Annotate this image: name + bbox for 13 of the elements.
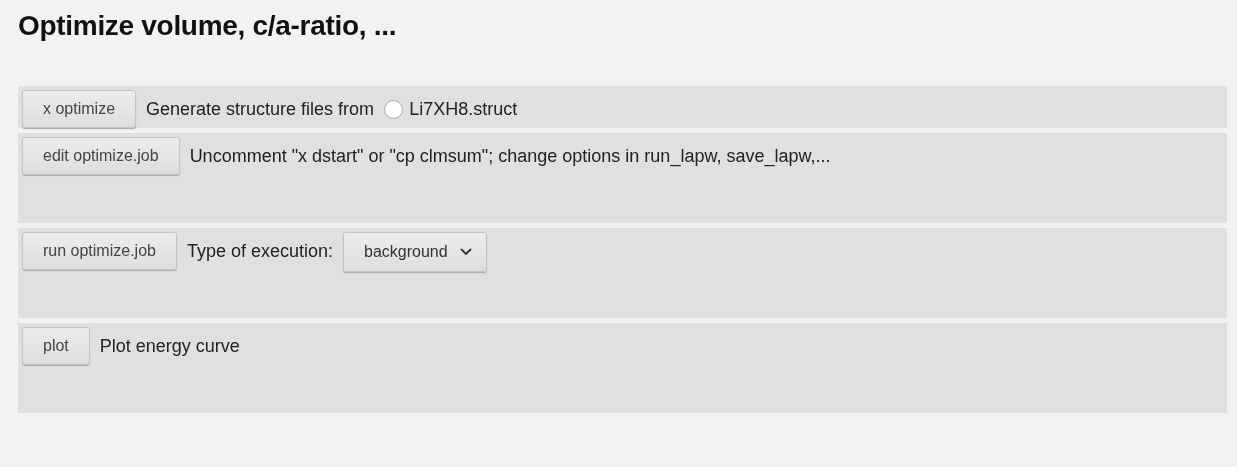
- step-description: Uncomment "x dstart" or "cp clmsum"; change options in run_lapw, save_lapw,...: [189, 145, 831, 169]
- radio-label[interactable]: Li7XH8.struct: [409, 90, 518, 128]
- page-title: Optimize volume, c/a-ratio, ...: [18, 10, 398, 42]
- action-button[interactable]: run optimize.job: [22, 232, 177, 270]
- chevron-down-icon: [459, 248, 472, 256]
- action-button[interactable]: edit optimize.job: [22, 137, 180, 175]
- step-description: Generate structure files from: [146, 98, 375, 121]
- action-button[interactable]: x optimize: [22, 90, 137, 128]
- action-button[interactable]: plot: [22, 327, 90, 365]
- radio-button[interactable]: [384, 100, 404, 119]
- step-description: Plot energy curve: [99, 335, 240, 358]
- execution-dropdown[interactable]: background: [343, 232, 487, 272]
- step-description: Type of execution:: [186, 240, 334, 263]
